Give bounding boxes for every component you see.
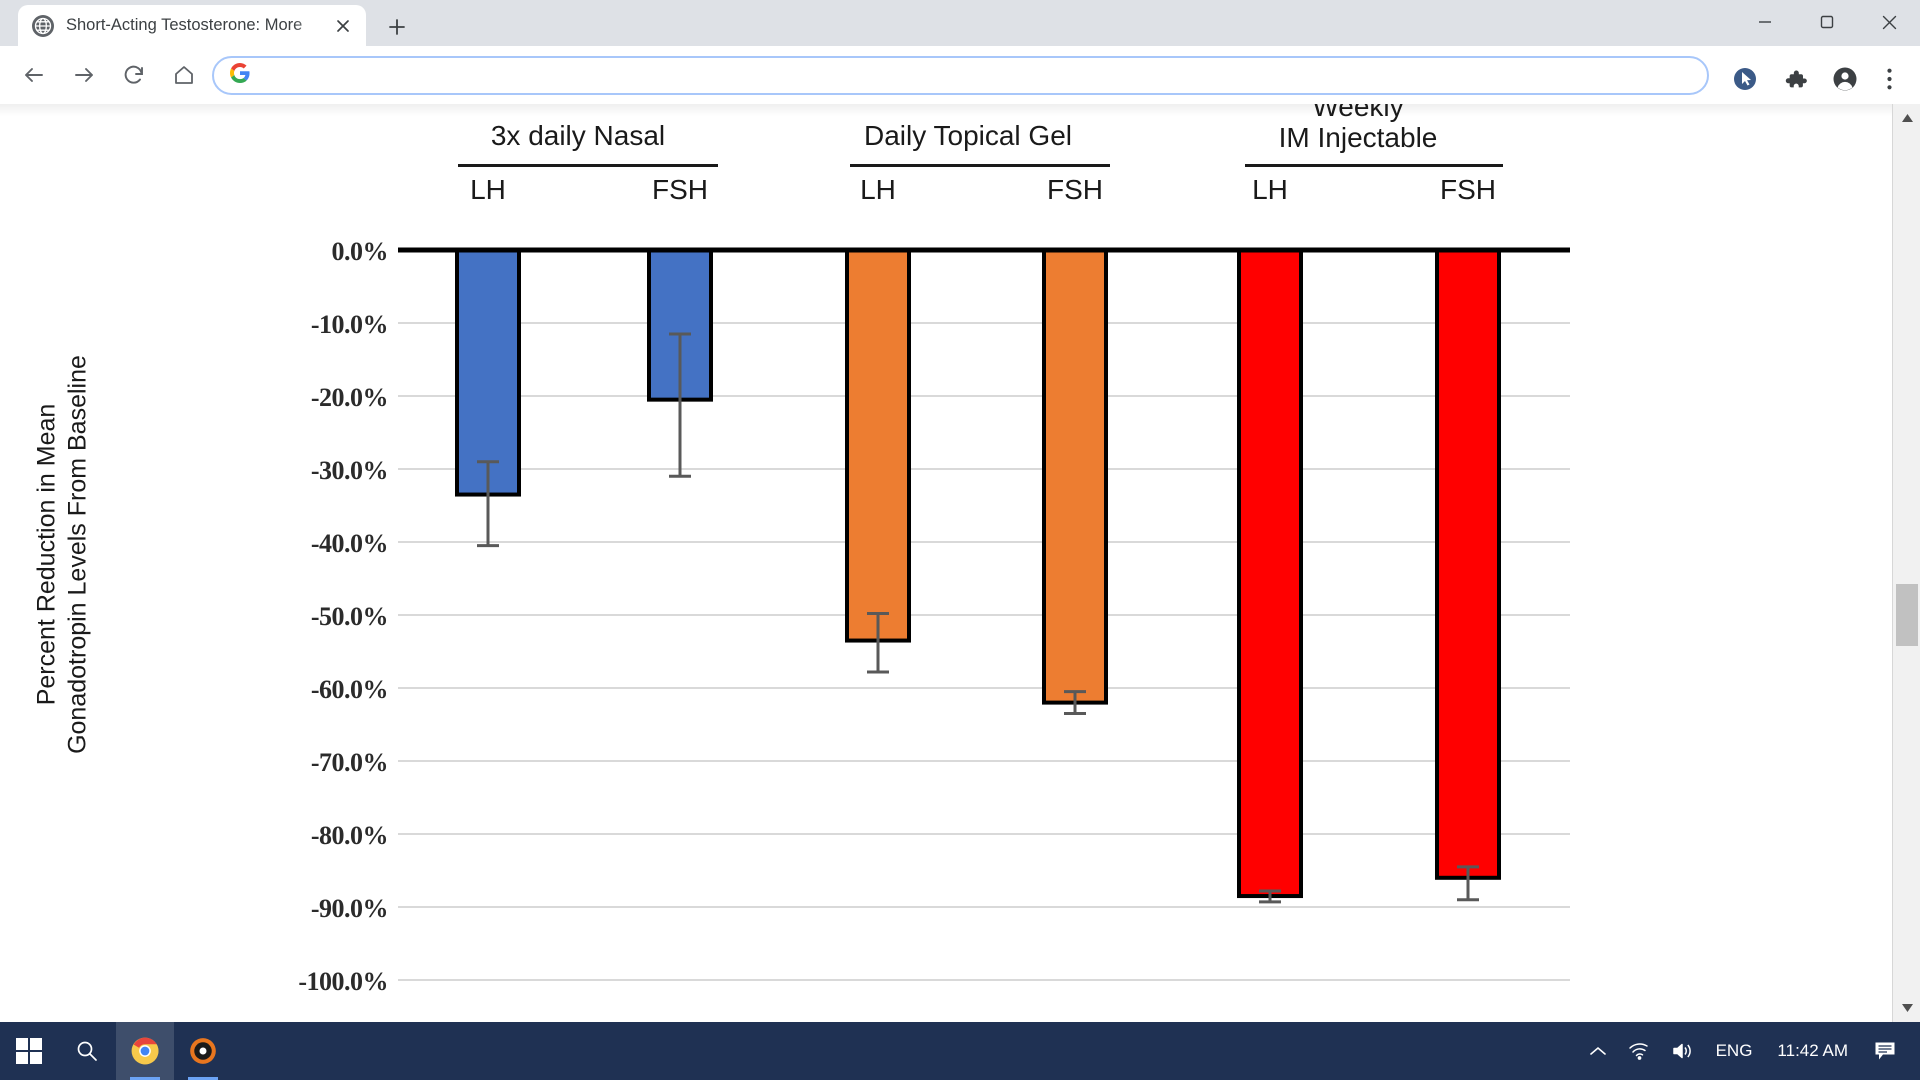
language-indicator[interactable]: ENG bbox=[1705, 1022, 1764, 1080]
three-dot-menu-icon[interactable] bbox=[1878, 64, 1900, 94]
bar-daily-topical-gel-fsh bbox=[1042, 248, 1108, 705]
system-tray: ENG 11:42 AM bbox=[1579, 1022, 1920, 1080]
browser-toolbar bbox=[0, 46, 1920, 104]
media-app-icon[interactable] bbox=[174, 1022, 232, 1080]
reload-icon[interactable] bbox=[114, 55, 154, 95]
chrome-icon[interactable] bbox=[116, 1022, 174, 1080]
chevron-down-icon[interactable] bbox=[1893, 994, 1920, 1022]
cursor-circle-icon[interactable] bbox=[1730, 64, 1760, 94]
window-close-button[interactable] bbox=[1858, 0, 1920, 44]
window-maximize-button[interactable] bbox=[1796, 0, 1858, 44]
browser-tab[interactable]: Short-Acting Testosterone: More bbox=[18, 5, 366, 46]
page-viewport: 3x daily Nasal Daily Topical Gel Weekly … bbox=[0, 104, 1920, 1022]
bar-weekly-im-injectable-fsh bbox=[1435, 248, 1501, 880]
vertical-scrollbar-thumb[interactable] bbox=[1896, 584, 1918, 646]
globe-icon bbox=[32, 14, 54, 37]
new-tab-button[interactable] bbox=[382, 12, 412, 42]
clock[interactable]: 11:42 AM bbox=[1763, 1022, 1862, 1080]
google-g-icon bbox=[230, 63, 250, 88]
forward-arrow-icon[interactable] bbox=[64, 55, 104, 95]
address-bar[interactable] bbox=[212, 56, 1709, 95]
error-bars-layer bbox=[477, 332, 1479, 904]
vertical-scrollbar[interactable] bbox=[1892, 104, 1920, 1022]
bar-daily-topical-gel-lh bbox=[845, 248, 911, 643]
windows-start-icon[interactable] bbox=[0, 1022, 58, 1080]
bars-layer bbox=[455, 248, 1501, 899]
bar-weekly-im-injectable-lh bbox=[1237, 248, 1303, 899]
address-bar-input[interactable] bbox=[262, 66, 1707, 85]
speaker-icon[interactable] bbox=[1661, 1022, 1705, 1080]
close-icon[interactable] bbox=[330, 13, 356, 39]
plot-area bbox=[398, 247, 1570, 981]
home-icon[interactable] bbox=[164, 55, 204, 95]
chevron-up-icon[interactable] bbox=[1579, 1022, 1617, 1080]
gonadotropin-suppression-bar-chart: 3x daily Nasal Daily Topical Gel Weekly … bbox=[0, 104, 1892, 996]
bar--x-daily-nasal-lh bbox=[455, 248, 521, 497]
chevron-up-icon[interactable] bbox=[1893, 104, 1920, 132]
windows-taskbar: ENG 11:42 AM bbox=[0, 1022, 1920, 1080]
search-icon[interactable] bbox=[58, 1022, 116, 1080]
puzzle-piece-icon[interactable] bbox=[1780, 64, 1810, 94]
account-avatar-icon[interactable] bbox=[1830, 64, 1860, 94]
wifi-icon[interactable] bbox=[1617, 1022, 1661, 1080]
back-arrow-icon[interactable] bbox=[14, 55, 54, 95]
browser-window: Short-Acting Testosterone: More 3x daily… bbox=[0, 0, 1920, 1080]
gridlines bbox=[398, 322, 1570, 981]
window-minimize-button[interactable] bbox=[1734, 0, 1796, 44]
tab-strip: Short-Acting Testosterone: More bbox=[0, 0, 1920, 46]
tab-title: Short-Acting Testosterone: More bbox=[66, 16, 303, 34]
notification-icon[interactable] bbox=[1862, 1022, 1912, 1080]
